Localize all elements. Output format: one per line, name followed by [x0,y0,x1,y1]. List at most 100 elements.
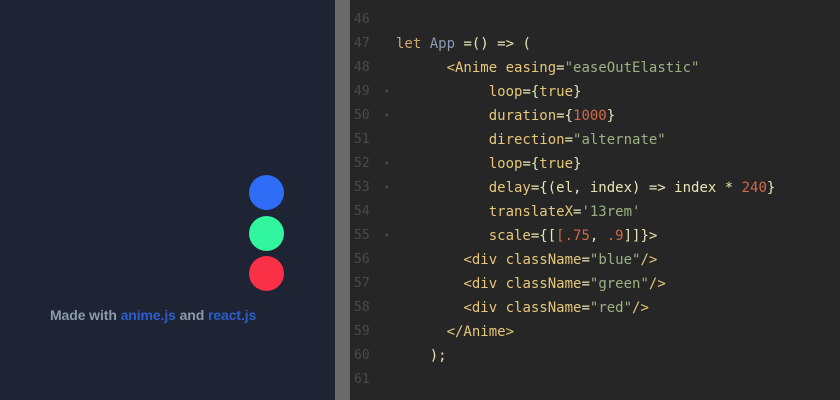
code-token: } [606,108,616,124]
code-line[interactable]: 55 ▾ scale={[[.75, .9]]}> [350,224,840,248]
code-token: <div [463,252,506,268]
code-token: <div [463,300,506,316]
code-token: /> [648,276,666,292]
code-text: <div className="green"/> [396,272,666,296]
code-token: =() => ( [455,36,531,52]
code-token: = [564,132,574,148]
blue-dot [249,175,284,210]
code-token: "green" [589,276,649,292]
code-token: ={[ [530,228,557,244]
code-token: = [556,60,565,76]
code-token: let [396,36,430,52]
line-number: 59 [354,324,370,339]
code-line[interactable]: 47 let App =() => ( [350,32,840,56]
line-number: 47 [354,36,370,51]
line-number: 46 [354,12,370,27]
code-token: scale [488,228,531,244]
code-token: </Anime> [446,324,515,340]
code-token: '13rem' [581,204,641,220]
code-token: = [581,300,590,316]
code-text: <div className="red"/> [396,296,648,320]
red-dot [249,256,284,291]
code-token: ={ [522,84,540,100]
code-editor[interactable]: 46 47 let App =() => ( 48 <Anime easing="ea… [350,0,840,400]
code-token: = [581,276,590,292]
line-number: 61 [354,372,370,387]
code-token: <Anime [446,60,506,76]
code-token: ={(el, index) => index * [530,180,742,196]
fold-arrow-icon[interactable]: ▾ [384,80,389,104]
code-token: = [581,252,590,268]
fold-arrow-icon[interactable]: ▾ [384,152,389,176]
app-root: Made with anime.js and react.js 46 47 let … [0,0,840,400]
code-token: duration [488,108,557,124]
code-line[interactable]: 50 ▾ duration={1000} [350,104,840,128]
code-token: .9 [606,228,624,244]
code-line[interactable]: 52 ▾ loop={true} [350,152,840,176]
line-number: 57 [354,276,370,291]
code-token: <div [463,276,506,292]
code-line[interactable]: 58 <div className="red"/> [350,296,840,320]
code-line[interactable]: 49 ▾ loop={true} [350,80,840,104]
line-number: 60 [354,348,370,363]
code-line[interactable]: 60 ); [350,344,840,368]
code-token: ); [396,348,447,364]
line-number: 58 [354,300,370,315]
code-line[interactable]: 61 [350,368,840,392]
code-token: true [539,84,574,100]
code-line[interactable]: 53 ▾ delay={(el, index) => index * 240} [350,176,840,200]
code-text: translateX='13rem' [396,200,641,224]
pane-splitter[interactable] [335,0,350,400]
code-line[interactable]: 54 translateX='13rem' [350,200,840,224]
fold-arrow-icon[interactable]: ▾ [384,176,389,200]
code-token: loop [488,84,523,100]
code-token: 240 [741,180,767,196]
code-text: duration={1000} [396,104,615,128]
code-text: delay={(el, index) => index * 240} [396,176,776,200]
code-text: <Anime easing="easeOutElastic" [396,56,700,80]
code-token: direction [488,132,565,148]
code-token: easing [505,60,557,76]
animejs-link[interactable]: anime.js [121,307,176,323]
code-token: className [505,252,582,268]
code-token: } [573,156,582,172]
code-line[interactable]: 48 <Anime easing="easeOutElastic" [350,56,840,80]
code-line[interactable]: 46 [350,8,840,32]
code-token: true [539,156,574,172]
reactjs-link[interactable]: react.js [208,307,256,323]
code-token: "red" [589,300,633,316]
code-text: </Anime> [396,320,514,344]
code-text: loop={true} [396,80,582,104]
code-line[interactable]: 51 direction="alternate" [350,128,840,152]
fold-arrow-icon[interactable]: ▾ [384,104,389,128]
line-number: 56 [354,252,370,267]
code-line[interactable]: 59 </Anime> [350,320,840,344]
code-token: ={ [556,108,574,124]
line-number: 48 [354,60,370,75]
line-number: 54 [354,204,370,219]
animation-preview: Made with anime.js and react.js [0,0,335,400]
code-token: App [429,36,456,52]
code-token: /> [640,252,658,268]
line-number: 51 [354,132,370,147]
code-token: className [505,276,582,292]
code-text: direction="alternate" [396,128,666,152]
code-token: } [766,180,776,196]
code-line[interactable]: 57 <div className="green"/> [350,272,840,296]
credit-middle: and [175,307,208,323]
code-line[interactable]: 56 <div className="blue"/> [350,248,840,272]
green-dot [249,216,284,251]
code-token: } [573,84,582,100]
fold-arrow-icon[interactable]: ▾ [384,224,389,248]
code-token: "alternate" [573,132,666,148]
